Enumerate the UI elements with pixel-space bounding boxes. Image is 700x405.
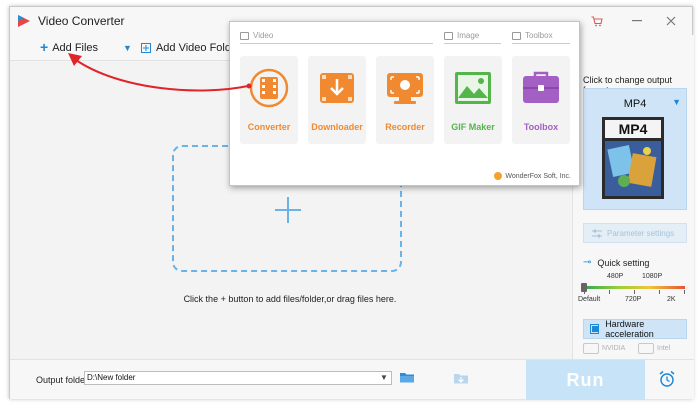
converter-icon bbox=[249, 68, 289, 108]
add-plus-icon[interactable] bbox=[275, 197, 301, 223]
section-header-toolbox: Toolbox bbox=[512, 30, 570, 44]
output-format-name: MP4 bbox=[623, 98, 647, 110]
quality-slider-track[interactable] bbox=[584, 286, 685, 289]
hardware-acceleration-checkbox[interactable] bbox=[590, 324, 600, 334]
slider-label-2k: 2K bbox=[667, 296, 676, 303]
gpu-options: NVIDIA Intel bbox=[583, 339, 687, 357]
slider-label-default: Default bbox=[578, 296, 601, 303]
toolbox-label: Toolbox bbox=[523, 122, 559, 132]
open-output-folder-icon[interactable] bbox=[453, 371, 469, 385]
downloader-icon bbox=[320, 73, 354, 103]
section-toolbox-label: Toolbox bbox=[525, 31, 553, 40]
quick-setting-icon: ⊸ bbox=[583, 257, 592, 268]
downloader-label: Downloader bbox=[311, 122, 363, 132]
output-folder-dropdown-icon[interactable]: ▼ bbox=[380, 373, 388, 382]
gif-maker-tile[interactable]: GIF Maker bbox=[444, 56, 502, 144]
recorder-label: Recorder bbox=[385, 122, 425, 132]
output-format-selector[interactable]: MP4 ▼ MP4 bbox=[583, 88, 687, 210]
brand-label: WonderFox Soft, Inc. bbox=[505, 172, 571, 180]
hardware-acceleration-toggle[interactable]: Hardware acceleration bbox=[583, 319, 687, 339]
plus-icon: + bbox=[40, 39, 49, 55]
converter-label: Converter bbox=[247, 122, 291, 132]
nvidia-icon bbox=[583, 342, 599, 354]
section-header-video: Video bbox=[240, 30, 433, 44]
wonderfox-logo-icon bbox=[494, 172, 503, 180]
slider-label-720p: 720P bbox=[625, 296, 642, 303]
toolbox-section-icon bbox=[512, 31, 521, 40]
add-files-button[interactable]: + Add Files bbox=[40, 39, 99, 55]
bottom-bar: Output folder: D:\New folder ▼ Run bbox=[10, 359, 694, 400]
recorder-tile[interactable]: Recorder bbox=[376, 56, 434, 144]
image-section-icon bbox=[444, 31, 453, 40]
section-header-image: Image bbox=[444, 30, 501, 44]
cart-icon[interactable] bbox=[587, 12, 607, 30]
gif-maker-label: GIF Maker bbox=[451, 122, 495, 132]
quick-setting-header: ⊸ Quick setting bbox=[583, 257, 649, 268]
close-icon[interactable] bbox=[661, 12, 681, 30]
quality-slider-ticks bbox=[584, 290, 685, 294]
parameter-settings-label: Parameter settings bbox=[607, 228, 675, 238]
drop-hint-text: Click the + button to add files/folder,o… bbox=[183, 294, 397, 304]
nvidia-option[interactable]: NVIDIA bbox=[583, 339, 632, 357]
output-folder-label: Output folder: bbox=[36, 375, 91, 385]
folder-add-icon bbox=[140, 42, 151, 53]
feature-menu-popup: Video Image Toolbox Converter Downloader… bbox=[229, 21, 580, 186]
add-files-dropdown-caret-icon[interactable]: ▼ bbox=[123, 43, 132, 53]
recorder-icon bbox=[387, 73, 423, 104]
mp4-badge-text: MP4 bbox=[619, 121, 648, 137]
format-dropdown-icon[interactable]: ▼ bbox=[672, 97, 681, 107]
gif-maker-icon bbox=[455, 72, 491, 104]
quick-setting-label: Quick setting bbox=[597, 257, 650, 268]
alarm-clock-icon[interactable] bbox=[658, 370, 676, 388]
popup-brand: WonderFox Soft, Inc. bbox=[494, 172, 571, 180]
parameter-settings-button[interactable]: Parameter settings bbox=[583, 223, 687, 243]
window-title: Video Converter bbox=[38, 14, 125, 28]
section-image-label: Image bbox=[457, 31, 480, 40]
downloader-tile[interactable]: Downloader bbox=[308, 56, 366, 144]
intel-icon bbox=[638, 342, 654, 354]
quality-slider-top-labels: 480P 1080P bbox=[573, 273, 695, 283]
run-button[interactable]: Run bbox=[526, 360, 645, 400]
output-settings-panel: Click to change output format: MP4 ▼ MP4… bbox=[572, 35, 694, 359]
video-section-icon bbox=[240, 31, 249, 40]
toolbox-icon bbox=[523, 71, 559, 103]
section-video-label: Video bbox=[253, 31, 274, 40]
add-files-label: Add Files bbox=[52, 41, 99, 54]
add-video-folder-button[interactable]: Add Video Folder bbox=[140, 42, 241, 54]
app-logo-icon bbox=[18, 15, 30, 27]
intel-option[interactable]: Intel bbox=[638, 339, 687, 357]
minimize-icon[interactable] bbox=[627, 12, 647, 30]
slider-label-1080p: 1080P bbox=[642, 273, 663, 280]
mp4-format-icon: MP4 bbox=[602, 117, 664, 199]
app-window: Video Converter + Add Files ▼ Add Video … bbox=[9, 6, 694, 400]
output-folder-input[interactable]: D:\New folder bbox=[84, 371, 392, 385]
sliders-icon bbox=[592, 229, 602, 237]
converter-tile[interactable]: Converter bbox=[240, 56, 298, 144]
quality-slider-bottom-labels: Default 720P 2K bbox=[573, 296, 695, 306]
toolbox-tile[interactable]: Toolbox bbox=[512, 56, 570, 144]
hardware-acceleration-label: Hardware acceleration bbox=[605, 319, 654, 339]
nvidia-label: NVIDIA bbox=[602, 344, 626, 352]
intel-label: Intel bbox=[657, 344, 671, 352]
slider-label-480p: 480P bbox=[607, 273, 624, 280]
browse-folder-icon[interactable] bbox=[399, 370, 415, 384]
